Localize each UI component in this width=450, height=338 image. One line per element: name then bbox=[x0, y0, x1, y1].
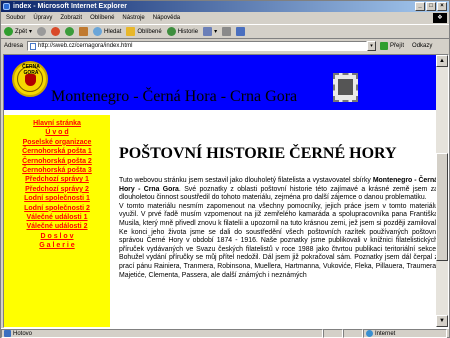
nav-valecne-udalosti-2[interactable]: Válečné události 2 bbox=[4, 222, 110, 231]
sidebar-nav: Hlavní stránka Ú v o d Poselské organiza… bbox=[4, 115, 110, 327]
history-icon bbox=[166, 27, 176, 36]
menu-napoveda[interactable]: Nápověda bbox=[153, 13, 180, 23]
nav-poselske-organizace[interactable]: Poselské organizace bbox=[4, 138, 110, 147]
zone-cell: Internet bbox=[363, 329, 447, 338]
forward-arrow-icon bbox=[37, 27, 47, 36]
address-url: http://sweb.cz/cernagora/index.html bbox=[38, 43, 133, 49]
globe-icon bbox=[366, 330, 373, 337]
edit-button[interactable] bbox=[236, 27, 246, 36]
go-label: Přejít bbox=[390, 43, 405, 49]
nav-galerie[interactable]: G a l e r i e bbox=[4, 241, 110, 250]
ie-app-icon bbox=[3, 3, 10, 10]
browser-window: index - Microsoft Internet Explorer _ □ … bbox=[0, 0, 450, 338]
links-button[interactable]: Odkazy bbox=[412, 43, 432, 49]
home-icon bbox=[79, 27, 89, 36]
nav-uvod[interactable]: Ú v o d bbox=[4, 128, 110, 137]
nav-lodni-spolecnosti-2[interactable]: Lodní společnosti 2 bbox=[4, 204, 110, 213]
mail-icon bbox=[203, 27, 213, 36]
toolbar: Zpět ▾ Hledat Oblíbené Historie ▾ bbox=[1, 24, 449, 39]
zone-text: Internet bbox=[375, 330, 396, 337]
favorites-icon bbox=[126, 27, 136, 36]
edit-icon bbox=[236, 27, 246, 36]
header-banner: ČERNA GORA Montenegro - Černá Hora - Crn… bbox=[4, 55, 436, 110]
menu-oblibene[interactable]: Oblíbené bbox=[90, 13, 114, 23]
stop-button[interactable] bbox=[51, 27, 61, 36]
nav-cernohorska-posta-3[interactable]: Černohorská pošta 3 bbox=[4, 166, 110, 175]
status-text: Hotovo bbox=[13, 330, 33, 337]
page-heading: POŠTOVNÍ HISTORIE ČERNÉ HORY bbox=[119, 145, 397, 162]
favorites-button[interactable]: Oblíbené bbox=[126, 27, 162, 36]
scroll-up-button[interactable]: ▲ bbox=[436, 55, 448, 67]
maximize-button[interactable]: □ bbox=[426, 2, 436, 11]
site-title: Montenegro - Černá Hora - Crna Gora bbox=[51, 88, 298, 105]
scroll-down-button[interactable]: ▼ bbox=[436, 315, 448, 327]
history-label: Historie bbox=[177, 28, 199, 35]
crest-logo: ČERNA GORA bbox=[12, 61, 48, 97]
menu-upravy[interactable]: Úpravy bbox=[33, 13, 52, 23]
minimize-button[interactable]: _ bbox=[415, 2, 425, 11]
menu-zobrazit[interactable]: Zobrazit bbox=[60, 13, 82, 23]
scroll-thumb[interactable] bbox=[436, 153, 448, 261]
window-controls: _ □ × bbox=[415, 2, 447, 11]
status-bar: Hotovo Internet bbox=[1, 328, 449, 338]
search-button[interactable]: Hledat bbox=[93, 27, 121, 36]
history-button[interactable]: Historie bbox=[166, 27, 199, 36]
title-bar: index - Microsoft Internet Explorer _ □ … bbox=[1, 1, 449, 12]
search-icon bbox=[93, 27, 103, 36]
status-text-cell: Hotovo bbox=[1, 329, 323, 338]
nav-predchozi-spravy-1[interactable]: Předchozí správy 1 bbox=[4, 175, 110, 184]
nav-cernohorska-posta-1[interactable]: Černohorská pošta 1 bbox=[4, 147, 110, 156]
favorites-label: Oblíbené bbox=[137, 28, 162, 35]
nav-hlavni-stranka[interactable]: Hlavní stránka bbox=[4, 119, 110, 128]
nav-cernohorska-posta-2[interactable]: Černohorská pošta 2 bbox=[4, 157, 110, 166]
main-article: POŠTOVNÍ HISTORIE ČERNÉ HORY Tuto webovo… bbox=[119, 115, 438, 327]
back-label: Zpět bbox=[15, 28, 28, 35]
home-button[interactable] bbox=[79, 27, 89, 36]
back-arrow-icon bbox=[4, 27, 13, 36]
go-arrow-icon bbox=[380, 42, 389, 50]
go-button[interactable]: Přejít bbox=[380, 42, 404, 50]
refresh-button[interactable] bbox=[65, 27, 75, 36]
address-label: Adresa bbox=[4, 43, 24, 49]
nav-predchozi-spravy-2[interactable]: Předchozí správy 2 bbox=[4, 185, 110, 194]
nav-doslov[interactable]: D o s l o v bbox=[4, 232, 110, 241]
acknowledgements-paragraph: V tomto materiálu nesmím zapomenout na v… bbox=[119, 202, 438, 279]
vertical-scrollbar[interactable]: ▲ ▼ bbox=[436, 55, 448, 327]
mail-button[interactable]: ▾ bbox=[203, 27, 217, 36]
menu-soubor[interactable]: Soubor bbox=[6, 13, 25, 23]
print-button[interactable] bbox=[222, 27, 232, 36]
postage-stamp-image bbox=[333, 73, 358, 102]
close-button[interactable]: × bbox=[437, 2, 447, 11]
back-button[interactable]: Zpět ▾ bbox=[4, 27, 32, 36]
page-content: ČERNA GORA Montenegro - Černá Hora - Crn… bbox=[3, 54, 449, 328]
address-bar: Adresa http://sweb.cz/cernagora/index.ht… bbox=[1, 40, 449, 52]
page-icon bbox=[4, 330, 11, 337]
window-title: index - Microsoft Internet Explorer bbox=[13, 3, 127, 10]
address-input[interactable]: http://sweb.cz/cernagora/index.html bbox=[27, 41, 368, 51]
print-icon bbox=[222, 27, 232, 36]
nav-lodni-spolecnosti-1[interactable]: Lodní společnosti 1 bbox=[4, 194, 110, 203]
menu-nastroje[interactable]: Nástroje bbox=[122, 13, 144, 23]
chevron-down-icon[interactable]: ▾ bbox=[214, 28, 217, 35]
page-icon bbox=[30, 43, 37, 50]
chevron-down-icon[interactable]: ▾ bbox=[29, 28, 32, 35]
address-dropdown-button[interactable]: ▾ bbox=[367, 41, 377, 51]
search-label: Hledat bbox=[104, 28, 122, 35]
refresh-icon bbox=[65, 27, 75, 36]
nav-valecne-udalosti-1[interactable]: Válečné události 1 bbox=[4, 213, 110, 222]
menu-bar: Soubor Úpravy Zobrazit Oblíbené Nástroje… bbox=[1, 13, 449, 23]
forward-button[interactable] bbox=[37, 27, 47, 36]
eagle-icon bbox=[25, 74, 36, 86]
stop-icon bbox=[51, 27, 61, 36]
intro-paragraph: Tuto webovou stránku jsem sestavil jako … bbox=[119, 177, 438, 202]
windows-logo-icon: ❖ bbox=[433, 13, 447, 23]
